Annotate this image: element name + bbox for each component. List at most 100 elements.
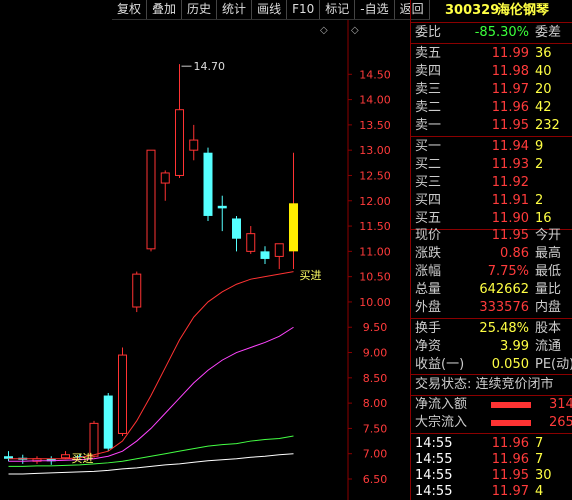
info-row: 净资 3.99 流通 (411, 338, 572, 356)
level-label: 卖四 (415, 64, 442, 79)
weicha-label: 委差 (535, 25, 562, 40)
quote-value: 642662 (479, 282, 529, 297)
info-value: 3.99 (500, 339, 529, 354)
y-tick-label: 13.50 (359, 119, 391, 132)
level-price: 11.96 (491, 100, 529, 115)
level-label: 买四 (415, 193, 442, 208)
trade-status: 交易状态: 连续竞价闭市 (411, 376, 572, 394)
trade-status-text: 交易状态: 连续竞价闭市 (415, 377, 554, 392)
stock-header: 300329 海伦钢琴 (411, 1, 572, 21)
sell-level-row: 卖五 11.99 36 (411, 45, 572, 63)
flow-value: 265 (549, 415, 572, 430)
toolbar-button-6[interactable]: 标记 (320, 0, 356, 19)
candle-body (61, 454, 70, 459)
kline-chart[interactable]: 14.50 14.00 13.50 13.00 12.50 12.00 11.50 11.00… (0, 0, 410, 500)
candle-body (189, 139, 199, 151)
y-tick-label: 14.00 (359, 94, 391, 107)
candle-body (217, 205, 227, 209)
level-volume: 2 (535, 157, 544, 172)
level-volume: 9 (535, 139, 544, 154)
quote-value: 0.86 (500, 246, 529, 261)
level-volume: 16 (535, 211, 552, 226)
tick-price: 11.97 (491, 484, 529, 499)
y-tick-label: 6.50 (363, 473, 388, 486)
y-tick-label: 9.50 (363, 321, 388, 334)
tick-time: 14:55 (415, 484, 453, 499)
info-value: 25.48% (479, 321, 529, 336)
level-price: 11.95 (491, 118, 529, 133)
level-label: 买五 (415, 211, 442, 226)
level-price: 11.94 (491, 139, 529, 154)
level-price: 11.99 (491, 46, 529, 61)
level-price: 11.90 (491, 211, 529, 226)
flow-bar (491, 402, 531, 408)
candle-body (232, 218, 241, 239)
level-volume: 2 (535, 193, 544, 208)
candle-body (132, 273, 142, 308)
y-tick-label: 13.00 (359, 144, 391, 157)
sell-level-row: 卖三 11.97 20 (411, 81, 572, 99)
level-volume: 20 (535, 82, 552, 97)
weibi-value: -85.30% (474, 25, 529, 40)
toolbar-button-0[interactable]: 复权 (112, 0, 148, 19)
flow-bar (491, 420, 531, 426)
level-volume: 232 (535, 118, 560, 133)
level-price: 11.98 (491, 64, 529, 79)
quote-label-2: 最低 (535, 264, 562, 279)
level-label: 卖五 (415, 46, 442, 61)
flow-value: 314 (549, 397, 572, 412)
toolbar-button-1[interactable]: 叠加 (147, 0, 183, 19)
level-price: 11.97 (491, 82, 529, 97)
buy-level-row: 买四 11.91 2 (411, 192, 572, 210)
stock-code: 300329 (445, 3, 500, 18)
toolbar-button-7[interactable]: -自选 (355, 0, 395, 19)
toolbar-button-5[interactable]: F10 (287, 0, 321, 19)
quote-row: 总量 642662 量比 (411, 281, 572, 299)
buy-level-row: 买五 11.90 16 (411, 210, 572, 228)
quote-value: 333576 (479, 300, 529, 315)
candle-body (246, 233, 256, 252)
level-price: 11.93 (491, 157, 529, 172)
quote-label: 现价 (415, 228, 442, 243)
y-tick-label: 14.50 (359, 68, 391, 81)
level-volume: 40 (535, 64, 552, 79)
stock-name: 海伦钢琴 (497, 3, 550, 18)
level-price: 11.91 (491, 193, 529, 208)
flow-row: 大宗流入 265 (411, 414, 572, 432)
info-label: 净资 (415, 339, 442, 354)
candle-body (274, 243, 284, 257)
y-tick-label: 7.00 (363, 448, 388, 461)
flow-label: 大宗流入 (415, 415, 468, 430)
toolbar-button-3[interactable]: 统计 (217, 0, 253, 19)
info-value: 0.050 (491, 357, 529, 372)
y-tick-label: 11.50 (359, 220, 391, 233)
weibi-label: 委比 (415, 25, 442, 40)
level-price: 11.92 (491, 175, 529, 190)
info-row: 换手 25.48% 股本 (411, 320, 572, 338)
toolbar-button-2[interactable]: 历史 (182, 0, 218, 19)
buy-level-row: 买三 11.92 (411, 174, 572, 192)
candle-body (260, 251, 270, 259)
info-label-2: 股本 (535, 321, 562, 336)
candle-body (103, 395, 113, 449)
quote-panel: 300329 海伦钢琴 委比 -85.30% 委差 卖五 11.99 36 卖四 11.… (410, 0, 572, 500)
sell-level-row: 卖一 11.95 232 (411, 117, 572, 135)
ma-line (8, 271, 294, 460)
level-label: 卖二 (415, 100, 442, 115)
sell-level-row: 卖四 11.98 40 (411, 63, 572, 81)
buy-signal-label: 买进 (300, 269, 322, 282)
candle-body (146, 149, 156, 250)
info-label-2: 流通 (535, 339, 562, 354)
buy-level-row: 买二 11.93 2 (411, 156, 572, 174)
quote-label-2: 最高 (535, 246, 562, 261)
y-tick-label: 8.00 (363, 397, 388, 410)
info-label: 换手 (415, 321, 442, 336)
candle-body (118, 354, 127, 434)
buy-level-row: 买一 11.94 9 (411, 138, 572, 156)
candle-body (203, 152, 213, 216)
candle-body (289, 203, 298, 252)
toolbar-button-4[interactable]: 画线 (252, 0, 288, 19)
quote-row: 涨幅 7.75% 最低 (411, 263, 572, 281)
level-volume: 42 (535, 100, 552, 115)
y-tick-label: 8.50 (363, 372, 388, 385)
